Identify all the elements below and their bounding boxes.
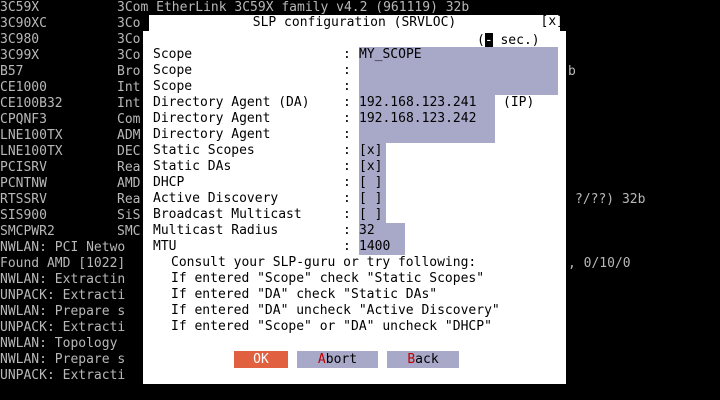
scope-input-3[interactable] (359, 79, 558, 95)
help-line: If entered "Scope" or "DA" uncheck "DHCP… (171, 319, 492, 334)
console-line: NWLAN: Prepare s (0, 304, 126, 319)
colon: : (343, 175, 351, 190)
colon: : (343, 159, 351, 174)
console-line-tail: SMC (117, 224, 141, 239)
abort-button[interactable]: Abort (297, 351, 378, 368)
help-line: If entered "Scope" check "Static Scopes" (171, 271, 485, 286)
dialog-title: SLP configuration (SRVLOC) (149, 15, 560, 31)
scope-label-2: Scope (153, 63, 193, 78)
console-line: CE100B32 (0, 96, 63, 111)
scope-label-3: Scope (153, 79, 193, 94)
static-scopes-checkbox[interactable]: [x] (359, 143, 386, 159)
multicast-radius-label: Multicast Radius (153, 223, 279, 238)
colon: : (343, 223, 351, 238)
ip-suffix: (IP) (503, 95, 535, 110)
console-line: B57 (0, 64, 24, 79)
scope-label-1: Scope (153, 47, 193, 62)
console-line-tail: b (568, 64, 576, 79)
mtu-input[interactable]: 1400 (359, 239, 405, 255)
console-line: UNPACK: Extracti (0, 368, 126, 383)
console-line: RTSSRV (0, 192, 47, 207)
dialog-titlebar: SLP configuration (SRVLOC) [x] (143, 14, 566, 31)
console-line: UNPACK: Extracti (0, 320, 126, 335)
da-label-2: Directory Agent (153, 111, 271, 126)
da-input-3[interactable] (359, 127, 495, 143)
console-line-tail: 3Co (117, 32, 141, 47)
colon: : (343, 239, 351, 254)
static-scopes-label: Static Scopes (153, 143, 255, 158)
console-line: CE1000 (0, 80, 47, 95)
console-line: Found AMD [1022] (0, 256, 126, 271)
scope-input-1[interactable]: MY_SCOPE (359, 47, 558, 63)
help-line: If entered "DA" check "Static DAs" (171, 287, 438, 302)
console-line-tail: 3Co (117, 16, 141, 31)
ok-button[interactable]: OK (234, 351, 288, 368)
console-line-tail: Int (117, 80, 141, 95)
back-button[interactable]: Back (387, 351, 459, 368)
da-input-2[interactable]: 192.168.123.242 (359, 111, 495, 127)
console-line: SIS900 (0, 208, 47, 223)
active-discovery-label: Active Discovery (153, 191, 279, 206)
console-line: PCNTNW (0, 176, 47, 191)
console-line: LNE100TX (0, 144, 63, 159)
scope-input-2[interactable] (359, 63, 558, 79)
close-button[interactable]: [x] (541, 14, 564, 30)
colon: : (343, 111, 351, 126)
broadcast-multicast-label: Broadcast Multicast (153, 207, 302, 222)
back-label: ack (415, 352, 439, 367)
console-line-tail: Rea (117, 192, 141, 207)
help-line: Consult your SLP-guru or try following: (171, 255, 477, 270)
colon: : (343, 79, 351, 94)
da-label-3: Directory Agent (153, 127, 271, 142)
static-das-label: Static DAs (153, 159, 232, 174)
console-line-tail: Int (117, 96, 141, 111)
console-line-tail: Com (117, 112, 141, 127)
console-line: 3C59X (0, 0, 40, 15)
console-line-tail: Rea (117, 160, 141, 175)
colon: : (343, 63, 351, 78)
console-line: 3C99X (0, 48, 40, 63)
colon: : (343, 127, 351, 142)
dhcp-label: DHCP (153, 175, 185, 190)
console-line: LNE100TX (0, 128, 63, 143)
mtu-label: MTU (153, 239, 177, 254)
console-line: NWLAN: Topology (0, 336, 118, 351)
console-line-tail: ADM (117, 128, 141, 143)
console-line-tail: DEC (117, 144, 141, 159)
console-line: CPQNF3 (0, 112, 47, 127)
multicast-radius-input[interactable]: 32 (359, 223, 405, 239)
console-line-tail: 3Co (117, 48, 141, 63)
console-line-tail: SiS (117, 208, 141, 223)
static-das-checkbox[interactable]: [x] (359, 159, 386, 175)
back-hotkey: B (407, 352, 416, 367)
abort-hotkey: A (317, 352, 326, 367)
abort-label: bort (325, 352, 358, 367)
console-line: NWLAN: Prepare s (0, 352, 126, 367)
console-line-tail: Bro (117, 64, 141, 79)
active-discovery-checkbox[interactable]: [ ] (359, 191, 386, 207)
console-line-tail: , 0/10/0 (568, 256, 631, 271)
console-line-tail: AMD (117, 176, 141, 191)
dhcp-checkbox[interactable]: [ ] (359, 175, 386, 191)
console-line-tail: ?/??) 32b (575, 192, 646, 207)
colon: : (343, 207, 351, 222)
broadcast-multicast-checkbox[interactable]: [ ] (359, 207, 386, 223)
console-line: NWLAN: PCI Netwo (0, 240, 126, 255)
help-line: If entered "DA" uncheck "Active Discover… (171, 303, 500, 318)
colon: : (343, 191, 351, 206)
timer-cursor: - (484, 33, 493, 48)
console-line: PCISRV (0, 160, 47, 175)
timer-text: sec.) (492, 33, 540, 48)
colon: : (343, 95, 351, 110)
da-input-1[interactable]: 192.168.123.241 (359, 95, 495, 111)
da-label-1: Directory Agent (DA) (153, 95, 310, 110)
colon: : (343, 47, 351, 62)
colon: : (343, 143, 351, 158)
timer-open: ( (477, 33, 485, 48)
console-line: UNPACK: Extracti (0, 288, 126, 303)
console-line: 3C90XC (0, 16, 47, 31)
console-line: 3C980 (0, 32, 40, 47)
console-line: SMCPWR2 (0, 224, 55, 239)
console-line: NWLAN: Extractin (0, 272, 126, 287)
